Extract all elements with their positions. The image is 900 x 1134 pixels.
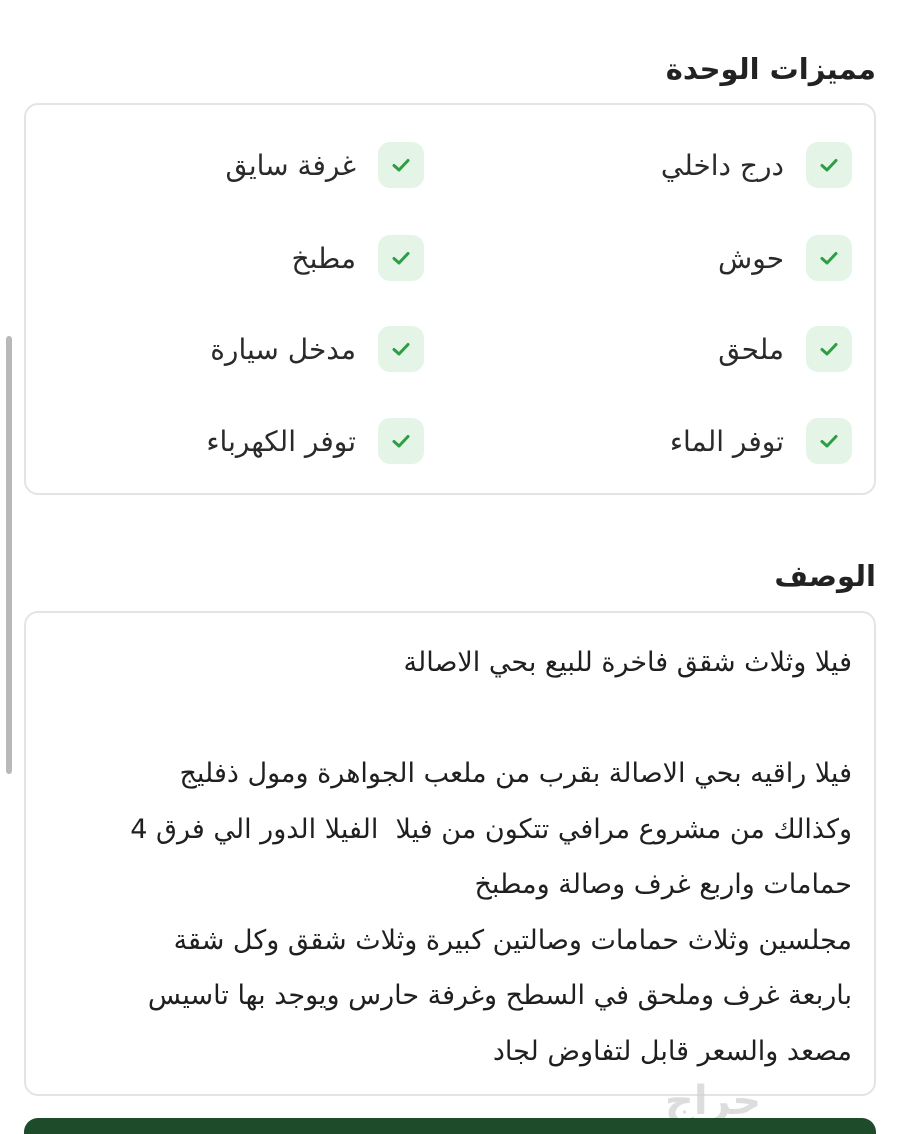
feature-item: مدخل سيارة	[210, 325, 424, 373]
check-icon	[378, 418, 424, 464]
scrollbar[interactable]	[6, 336, 12, 774]
feature-label: درج داخلي	[660, 148, 784, 182]
check-icon	[806, 326, 852, 372]
check-icon	[378, 326, 424, 372]
feature-item: ملحق	[718, 325, 852, 373]
check-icon	[378, 142, 424, 188]
contact-button-bar[interactable]	[24, 1118, 876, 1134]
feature-label: توفر الكهرباء	[206, 424, 356, 458]
feature-label: غرفة سايق	[225, 148, 356, 182]
description-text: فيلا وثلاث شقق فاخرة للبيع بحي الاصالة ف…	[130, 647, 852, 1067]
description-card: فيلا وثلاث شقق فاخرة للبيع بحي الاصالة ف…	[24, 611, 876, 1096]
feature-label: توفر الماء	[669, 424, 784, 458]
features-list: درج داخلي غرفة سايق حوش مطبخ ملحق مدخل س…	[26, 105, 874, 493]
feature-label: مطبخ	[291, 241, 357, 275]
check-icon	[378, 235, 424, 281]
feature-item: غرفة سايق	[225, 141, 424, 189]
feature-item: توفر الكهرباء	[206, 417, 424, 465]
check-icon	[806, 142, 852, 188]
feature-item: حوش	[718, 234, 852, 282]
feature-label: ملحق	[718, 332, 784, 366]
description-title: الوصف	[774, 559, 876, 593]
features-title: مميزات الوحدة	[665, 52, 876, 86]
feature-label: مدخل سيارة	[210, 332, 356, 366]
feature-item: درج داخلي	[661, 141, 852, 189]
page: مميزات الوحدة درج داخلي غرفة سايق حوش مط…	[0, 0, 900, 1134]
features-card: درج داخلي غرفة سايق حوش مطبخ ملحق مدخل س…	[24, 103, 876, 495]
check-icon	[806, 418, 852, 464]
feature-item: مطبخ	[291, 234, 424, 282]
feature-item: توفر الماء	[670, 417, 852, 465]
check-icon	[806, 235, 852, 281]
feature-label: حوش	[718, 241, 784, 275]
